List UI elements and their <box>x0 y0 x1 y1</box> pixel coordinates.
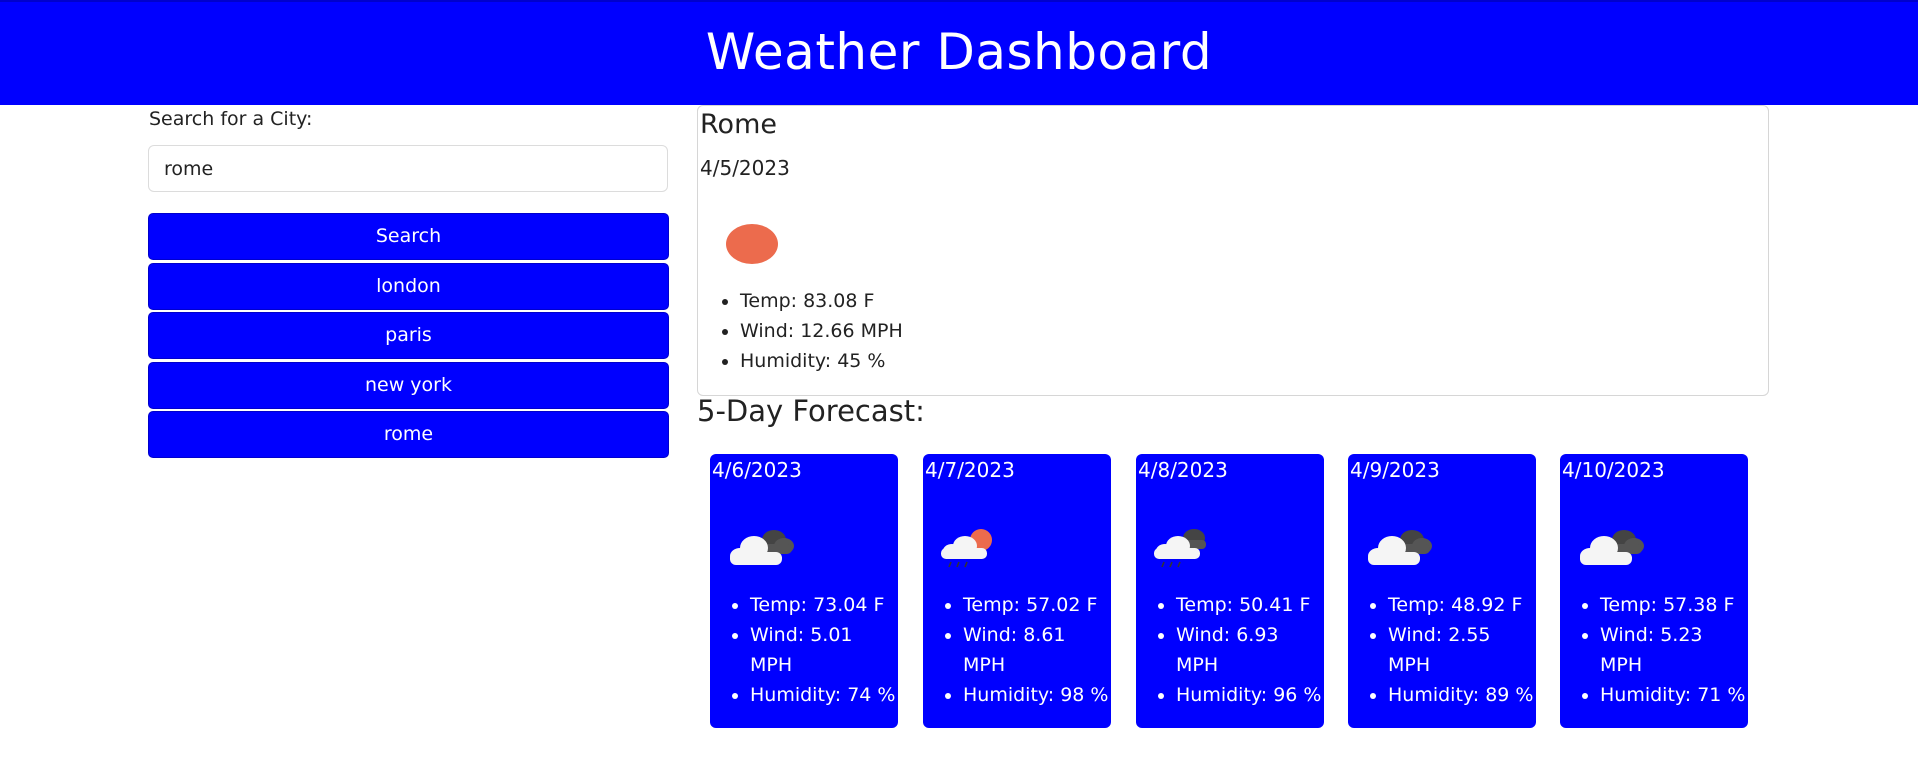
forecast-stats-list: Temp: 57.02 F Wind: 8.61 MPH Humidity: 9… <box>923 590 1111 710</box>
forecast-card: 4/10/2023 Temp: 57.38 F Wind: 5.23 MPH H… <box>1560 454 1748 728</box>
history-button-paris[interactable]: paris <box>148 312 669 359</box>
search-label: Search for a City: <box>149 108 313 130</box>
search-button-list: Search london paris new york rome <box>148 213 669 461</box>
broken-clouds-icon <box>1368 530 1432 565</box>
forecast-card: 4/7/2023 Temp: 57.02 F Wind: 8.61 MPH Hu… <box>923 454 1111 728</box>
forecast-title: 5-Day Forecast: <box>697 394 925 428</box>
history-button-london[interactable]: london <box>148 262 669 310</box>
forecast-card: 4/8/2023 Temp: 50.41 F Wind: 6.93 MPH Hu… <box>1136 454 1324 728</box>
forecast-temp: Temp: 73.04 F <box>750 590 898 620</box>
forecast-humidity: Humidity: 98 % <box>963 680 1111 710</box>
forecast-temp: Temp: 57.38 F <box>1600 590 1748 620</box>
broken-clouds-icon <box>1580 530 1644 565</box>
current-stats-list: Temp: 83.08 F Wind: 12.66 MPH Humidity: … <box>698 286 903 376</box>
forecast-temp: Temp: 50.41 F <box>1176 590 1324 620</box>
forecast-temp: Temp: 48.92 F <box>1388 590 1536 620</box>
current-city: Rome <box>700 109 777 140</box>
search-button[interactable]: Search <box>148 213 669 260</box>
forecast-date: 4/10/2023 <box>1562 458 1665 482</box>
current-date: 4/5/2023 <box>700 156 790 180</box>
forecast-date: 4/7/2023 <box>925 458 1015 482</box>
history-button-rome[interactable]: rome <box>148 411 669 458</box>
page-header: Weather Dashboard <box>0 0 1918 105</box>
sun-rain-icon <box>941 529 992 568</box>
forecast-humidity: Humidity: 71 % <box>1600 680 1748 710</box>
forecast-date: 4/8/2023 <box>1138 458 1228 482</box>
forecast-stats-list: Temp: 50.41 F Wind: 6.93 MPH Humidity: 9… <box>1136 590 1324 710</box>
city-search-input[interactable] <box>148 145 668 192</box>
page-title: Weather Dashboard <box>705 23 1213 81</box>
forecast-wind: Wind: 2.55 MPH <box>1388 620 1536 680</box>
current-wind: Wind: 12.66 MPH <box>740 316 903 346</box>
forecast-date: 4/9/2023 <box>1350 458 1440 482</box>
forecast-wind: Wind: 6.93 MPH <box>1176 620 1324 680</box>
forecast-humidity: Humidity: 74 % <box>750 680 898 710</box>
forecast-wind: Wind: 5.23 MPH <box>1600 620 1748 680</box>
forecast-date: 4/6/2023 <box>712 458 802 482</box>
history-button-new-york[interactable]: new york <box>148 361 669 409</box>
sun-icon <box>726 224 778 264</box>
forecast-humidity: Humidity: 96 % <box>1176 680 1324 710</box>
forecast-humidity: Humidity: 89 % <box>1388 680 1536 710</box>
forecast-stats-list: Temp: 57.38 F Wind: 5.23 MPH Humidity: 7… <box>1560 590 1748 710</box>
forecast-stats-list: Temp: 48.92 F Wind: 2.55 MPH Humidity: 8… <box>1348 590 1536 710</box>
rain-clouds-icon <box>1154 529 1206 568</box>
forecast-wind: Wind: 5.01 MPH <box>750 620 898 680</box>
forecast-temp: Temp: 57.02 F <box>963 590 1111 620</box>
forecast-card: 4/6/2023 Temp: 73.04 F Wind: 5.01 MPH Hu… <box>710 454 898 728</box>
forecast-card: 4/9/2023 Temp: 48.92 F Wind: 2.55 MPH Hu… <box>1348 454 1536 728</box>
broken-clouds-icon <box>730 530 794 565</box>
current-humidity: Humidity: 45 % <box>740 346 903 376</box>
forecast-wind: Wind: 8.61 MPH <box>963 620 1111 680</box>
current-weather-card: Rome 4/5/2023 Temp: 83.08 F Wind: 12.66 … <box>697 105 1769 396</box>
forecast-stats-list: Temp: 73.04 F Wind: 5.01 MPH Humidity: 7… <box>710 590 898 710</box>
current-temp: Temp: 83.08 F <box>740 286 903 316</box>
